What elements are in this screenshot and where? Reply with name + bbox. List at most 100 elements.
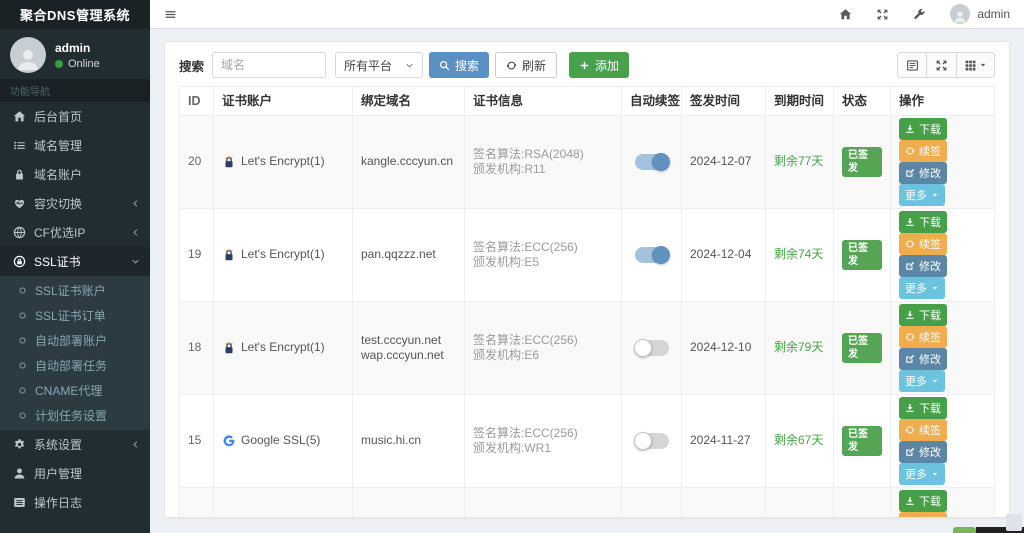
domain-name: music.hi.cn — [361, 433, 422, 448]
download-button[interactable]: 下载 — [899, 211, 947, 234]
download-icon — [905, 310, 915, 320]
cell-domains: cdn.66zan.cn — [352, 487, 465, 517]
domain-name: kangle.cccyun.cn — [361, 154, 454, 169]
cell-actions: 下载续签修改更多 — [890, 208, 995, 303]
edit-button[interactable]: 修改 — [899, 441, 947, 464]
toggle-knob — [651, 153, 670, 172]
sidebar-item-globe[interactable]: CF优选IP — [0, 218, 150, 247]
account: Let's Encrypt(1) — [222, 247, 344, 263]
avatar — [950, 4, 971, 24]
action-label: 续签 — [919, 425, 941, 438]
renew-button[interactable]: 续签 — [899, 419, 947, 442]
circle-icon — [18, 311, 27, 320]
renew-button[interactable]: 续签 — [899, 512, 947, 517]
renew-button[interactable]: 续签 — [899, 233, 947, 256]
refresh-button[interactable]: 刷新 — [495, 52, 558, 78]
sidebar-item-home[interactable]: 后台首页 — [0, 102, 150, 131]
cell-issued-date: 2024-12-07 — [681, 115, 766, 210]
search-button[interactable]: 搜索 — [429, 52, 490, 78]
action-label: 修改 — [919, 261, 941, 274]
floating-button-partial[interactable] — [953, 527, 976, 533]
action-label: 续签 — [919, 146, 941, 159]
auto-renew-toggle[interactable] — [633, 339, 669, 358]
sidebar-item-label: 用户管理 — [34, 467, 83, 481]
renew-icon — [905, 146, 915, 156]
expire-days: 剩余67天 — [774, 433, 824, 448]
sidebar-item-ssl[interactable]: SSL证书 — [0, 247, 150, 276]
sidebar-subitem-label: CNAME代理 — [35, 384, 103, 398]
columns-button[interactable] — [957, 52, 995, 78]
sidebar-item-label: 容灾切换 — [34, 197, 83, 211]
edit-button[interactable]: 修改 — [899, 348, 947, 371]
more-button[interactable]: 更多 — [899, 370, 945, 393]
cell-domains: music.hi.cn — [352, 394, 465, 489]
globe-icon — [13, 226, 26, 239]
avatar — [10, 37, 46, 73]
more-button[interactable]: 更多 — [899, 463, 945, 486]
search-input[interactable] — [212, 52, 327, 78]
toggle-knob — [633, 432, 652, 451]
action-label: 修改 — [919, 168, 941, 181]
toolbar: 搜索 所有平台 搜索 刷新 添加 — [179, 52, 995, 78]
more-button[interactable]: 更多 — [899, 277, 945, 300]
user-menu[interactable]: admin — [950, 4, 1010, 24]
fullscreen-button[interactable] — [876, 8, 889, 21]
platform-select[interactable]: 所有平台 — [335, 52, 424, 78]
cell-id: 15 — [179, 394, 214, 489]
sidebar-subitem[interactable]: CNAME代理 — [0, 378, 150, 403]
download-button[interactable]: 下载 — [899, 118, 947, 141]
home-button[interactable] — [839, 8, 852, 21]
sidebar-item-log[interactable]: 操作日志 — [0, 488, 150, 517]
edit-button[interactable]: 修改 — [899, 162, 947, 185]
table-fullscreen-button[interactable] — [927, 52, 957, 78]
sidebar-item-list[interactable]: 域名管理 — [0, 131, 150, 160]
cell-account: Google SSL(5) — [213, 487, 353, 517]
cell-cert-info: 签名算法:RSA(2048)颁发机构:WR1 — [464, 487, 622, 517]
certificates-table: ID 证书账户 绑定域名 证书信息 自动续签 签发时间 到期时间 状态 操作 20 Let's E… — [179, 85, 995, 517]
auto-renew-toggle[interactable] — [634, 246, 670, 265]
sidebar-submenu: SSL证书账户 SSL证书订单 自动部署账户 自动部署任务 CNAME代理计划任务设置 — [0, 276, 150, 430]
cell-status: 已签发 — [833, 487, 891, 517]
action-label: 续签 — [919, 515, 941, 517]
column-header: 操作 — [890, 85, 995, 117]
sidebar-subitem[interactable]: 计划任务设置 — [0, 403, 150, 428]
edit-button[interactable]: 修改 — [899, 255, 947, 278]
download-button[interactable]: 下载 — [899, 304, 947, 327]
certificate-card: 搜索 所有平台 搜索 刷新 添加 ID证书账 — [164, 41, 1010, 518]
caret-down-icon — [931, 377, 939, 385]
sidebar-item-label: SSL证书 — [34, 255, 81, 269]
column-header: 证书信息 — [464, 85, 622, 117]
online-status: Online — [68, 57, 100, 70]
cert-info-line: 颁发机构:E5 — [473, 255, 540, 270]
sidebar-subitem[interactable]: 自动部署任务 — [0, 353, 150, 378]
caret-down-icon — [931, 470, 939, 478]
table-body: 20 Let's Encrypt(1) kangle.cccyun.cn 签名算法:R… — [179, 115, 995, 517]
sidebar-item-label: 后台首页 — [34, 110, 83, 124]
topbar-username: admin — [977, 7, 1010, 21]
download-button[interactable]: 下载 — [899, 397, 947, 420]
sidebar-user-panel: admin Online — [0, 29, 150, 79]
sidebar-subitem[interactable]: 自动部署账户 — [0, 328, 150, 353]
lock-icon — [13, 168, 26, 181]
auto-renew-toggle[interactable] — [634, 153, 670, 172]
auto-renew-toggle[interactable] — [633, 432, 669, 451]
sidebar-item-user[interactable]: 用户管理 — [0, 459, 150, 488]
more-button[interactable]: 更多 — [899, 184, 945, 207]
sidebar-item-lock[interactable]: 域名账户 — [0, 160, 150, 189]
sidebar-subitem[interactable]: SSL证书账户 — [0, 278, 150, 303]
domain-name: wap.cccyun.net — [361, 348, 444, 363]
expand-icon — [935, 59, 948, 72]
add-button[interactable]: 添加 — [569, 52, 630, 78]
table-row: 14Google SSL(5)cdn.66zan.cn签名算法:RSA(2048… — [179, 487, 995, 517]
sidebar-item-gears[interactable]: 系统设置 — [0, 430, 150, 459]
table-row: 19 Let's Encrypt(1) pan.qqzzz.net 签名算法:ECC(… — [179, 208, 995, 303]
download-button[interactable]: 下载 — [899, 490, 947, 513]
sidebar-toggle-button[interactable] — [164, 8, 177, 21]
renew-button[interactable]: 续签 — [899, 140, 947, 163]
card-view-button[interactable] — [897, 52, 927, 78]
tools-button[interactable] — [913, 8, 926, 21]
renew-button[interactable]: 续签 — [899, 326, 947, 349]
sidebar-subitem[interactable]: SSL证书订单 — [0, 303, 150, 328]
cell-status: 已签发 — [833, 208, 891, 303]
sidebar-item-heartbeat[interactable]: 容灾切换 — [0, 189, 150, 218]
